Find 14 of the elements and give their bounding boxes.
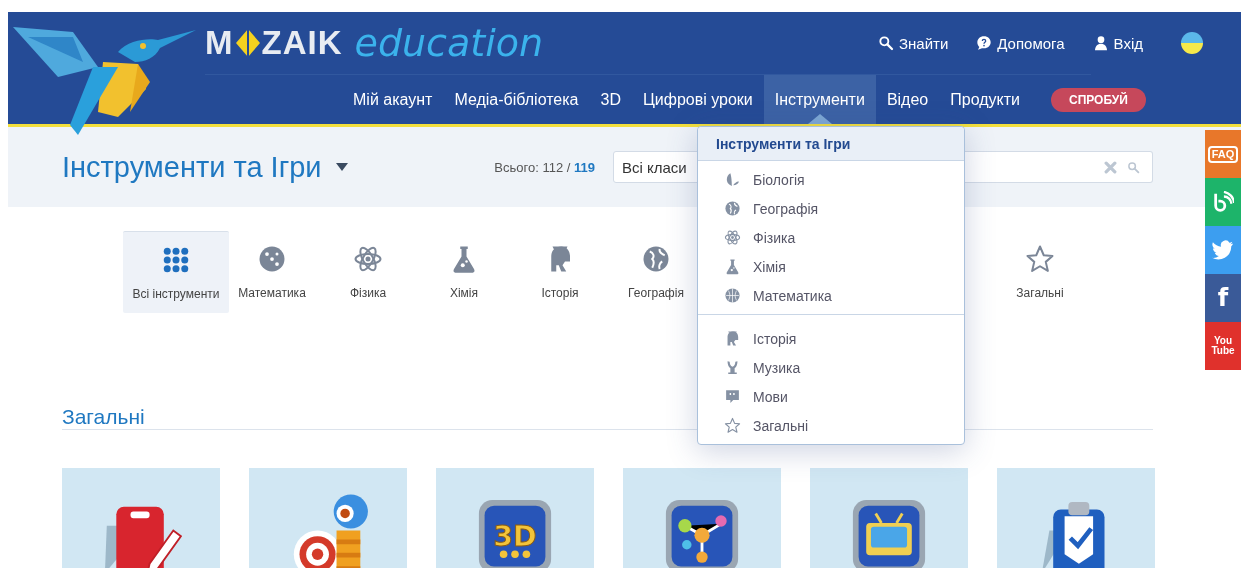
logo-text: ZAIK [261, 24, 343, 62]
subject-label: Географія [628, 286, 684, 300]
subject-label: Хімія [449, 286, 479, 300]
logo-text: M [205, 24, 234, 62]
subject-label: Фізика [349, 286, 387, 300]
menu-heading: Інструменти та Ігри [698, 127, 964, 161]
section-title: Загальні [62, 405, 145, 429]
subject-label: Математика [238, 286, 306, 300]
page-title: Інструменти та Ігри [62, 150, 322, 184]
subject-label: Історія [541, 286, 579, 300]
subject-label: Загальні [1016, 286, 1064, 300]
subject-label: Всі інструменти [132, 286, 220, 301]
total-count: Всього: 112 / 119 [494, 159, 595, 175]
logo-tagline: education [354, 21, 544, 65]
